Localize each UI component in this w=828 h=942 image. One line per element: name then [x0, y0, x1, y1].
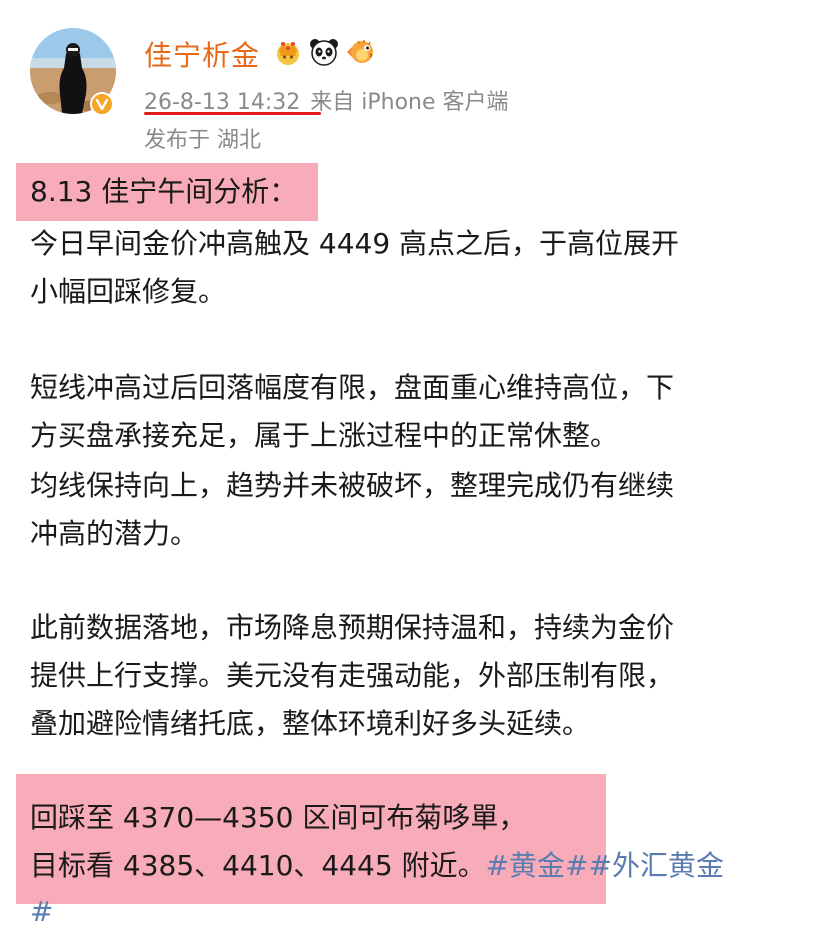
post-line: 方买盘承接充足，属于上涨过程中的正常休整。 — [30, 419, 619, 452]
post-location: 发布于 湖北 — [144, 128, 261, 153]
time-underline-annotation — [144, 112, 321, 115]
post-line: 叠加避险情绪托底，整体环境利好多头延续。 — [30, 707, 591, 740]
post-line: 目标看 4385、4410、4445 附近。#黄金##外汇黄金 — [30, 842, 724, 890]
post-line: 提供上行支撑。美元没有走强动能，外部压制有限， — [30, 659, 675, 692]
verified-v-icon — [90, 92, 114, 116]
post-line: 短线冲高过后回落幅度有限，盘面重心维持高位，下 — [30, 371, 675, 404]
post-title: 8.13 佳宁午间分析： — [30, 175, 298, 208]
crown-icon[interactable] — [272, 36, 304, 68]
panda-icon[interactable] — [308, 36, 340, 68]
author-name[interactable]: 佳宁析金 — [144, 34, 260, 74]
post-line: 小幅回踩修复。 — [30, 275, 227, 308]
author-badges — [272, 36, 376, 68]
post-line: 回踩至 4370—4350 区间可布菊哆單， — [30, 801, 527, 834]
post-source: 来自 iPhone 客户端 — [310, 90, 509, 115]
hashtag-forex-gold-end[interactable]: # — [30, 888, 53, 936]
pufferfish-icon[interactable] — [344, 36, 376, 68]
post-line: 今日早间金价冲高触及 4449 高点之后，于高位展开 — [30, 227, 680, 260]
hashtag-forex-gold[interactable]: #外汇黄金 — [589, 849, 724, 882]
post-line: 均线保持向上，趋势并未被破坏，整理完成仍有继续 — [30, 469, 675, 502]
post-line: 此前数据落地，市场降息预期保持温和，持续为金价 — [30, 611, 675, 644]
post-header: 佳宁析金 26-8-13 14:32 来自 iPhone 客户端 发布于 湖北 — [0, 0, 828, 160]
hashtag-gold[interactable]: #黄金# — [486, 849, 589, 882]
post-line: 冲高的潜力。 — [30, 517, 199, 550]
post-line-text: 目标看 4385、4410、4445 附近。 — [30, 849, 486, 882]
